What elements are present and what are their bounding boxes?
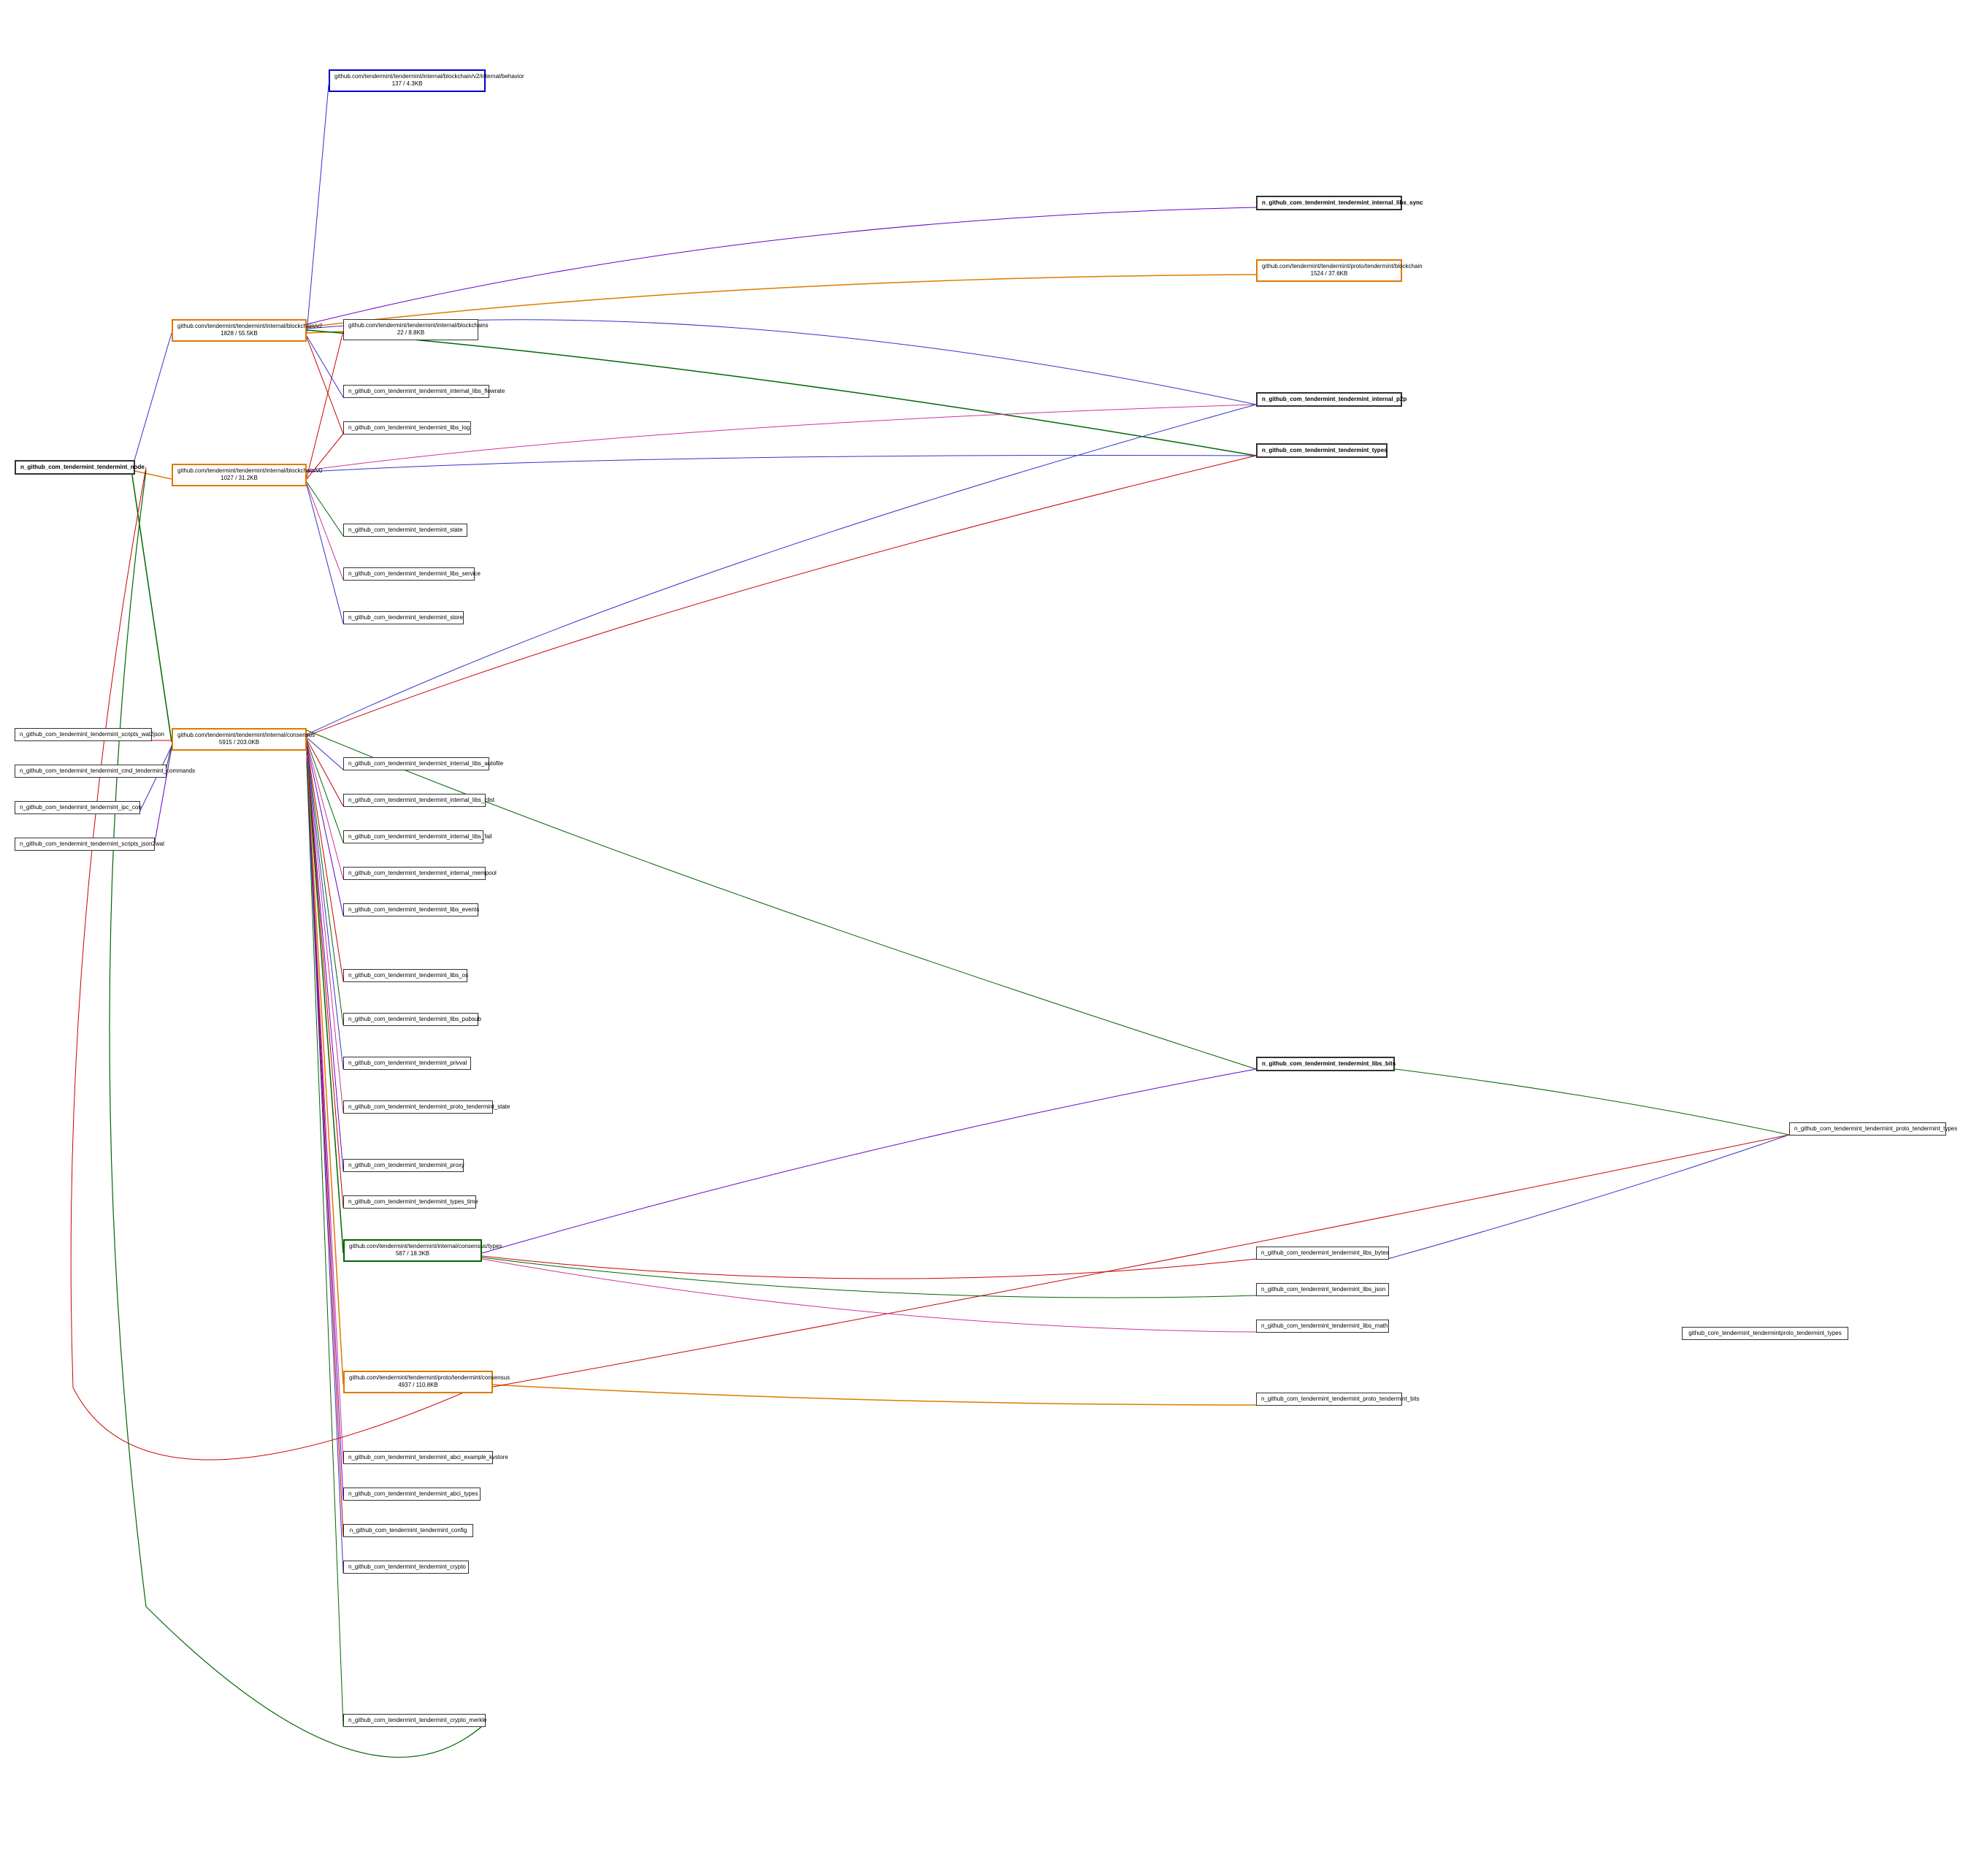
node-types-time[interactable]: n_github_com_tendermint_tendermint_types… xyxy=(343,1195,476,1209)
node-privval[interactable]: n_github_com_tendermint_tendermint_privv… xyxy=(343,1057,471,1070)
node-tendermint-libs-log[interactable]: n_github_com_tendermint_tendermint_libs_… xyxy=(343,421,471,434)
node-internal-libs-clist[interactable]: n_github_com_tendermint_tendermint_inter… xyxy=(343,794,486,807)
node-libs-math[interactable]: n_github_com_tendermint_tendermint_libs_… xyxy=(1256,1320,1389,1333)
node-proto-tendermint-types-label[interactable]: github_com_tendermint_tendermintprolo_te… xyxy=(1682,1327,1848,1340)
node-proto-consensus[interactable]: github.com/tendermint/tendermint/proto/t… xyxy=(343,1371,493,1393)
graph-container: n_github_com_tendermint_tendermint_node … xyxy=(0,0,1971,1876)
node-libs-json[interactable]: n_github_com_tendermint_tendermint_libs_… xyxy=(1256,1283,1389,1296)
node-scripts-wal2json[interactable]: n_github_com_tendermint_tendermint_scrip… xyxy=(15,728,152,741)
node-blockchain-v2-behavior[interactable]: github.com/tendermint/tendermint/interna… xyxy=(329,69,486,92)
node-types[interactable]: n_github_com_tendermint_tendermint_types xyxy=(1256,443,1388,458)
node-crypto[interactable]: n_github_com_tendermint_tendermint_crypt… xyxy=(343,1561,469,1574)
node-consensus-types[interactable]: github.com/tendermint/tendermint/interna… xyxy=(343,1239,482,1262)
node-config[interactable]: n_github_com_tendermint_tendermint_confi… xyxy=(343,1524,473,1537)
node-proto-tendermint-bits[interactable]: n_github_com_tendermint_tendermint_proto… xyxy=(1256,1393,1402,1406)
node-libs-bytes[interactable]: n_github_com_tendermint_tendermint_libs_… xyxy=(1256,1247,1389,1260)
node-internal-libs-flowrate[interactable]: n_github_com_tendermint_tendermint_inter… xyxy=(343,385,489,398)
node-libs-pubsub[interactable]: n_github_com_tendermint_tendermint_libs_… xyxy=(343,1013,478,1026)
edges-svg xyxy=(0,0,1971,1876)
node-consensus[interactable]: github.com/tendermint/tendermint/interna… xyxy=(172,728,307,751)
node-libs-os[interactable]: n_github_com_tendermint_tendermint_libs_… xyxy=(343,969,467,982)
node-internal-blockchains[interactable]: github.com/tendermint/tendermint/interna… xyxy=(343,319,478,340)
node-libs-events[interactable]: n_github_com_tendermint_tendermint_libs_… xyxy=(343,903,478,916)
node-store[interactable]: n_github_com_tendermint_tendermint_store xyxy=(343,611,464,624)
node-blockchain-v2[interactable]: github.com/tendermint/tendermint/interna… xyxy=(172,319,307,342)
node-internal-libs-fail[interactable]: n_github_com_tendermint_tendermint_inter… xyxy=(343,830,483,843)
node-ipc-con[interactable]: n_github_com_tendermint_tendermint_ipc_c… xyxy=(15,801,140,814)
node-internal-libs-sync[interactable]: n_github_com_tendermint_tendermint_inter… xyxy=(1256,196,1402,210)
node-libs-bits[interactable]: n_github_com_tendermint_tendermint_libs_… xyxy=(1256,1057,1395,1071)
node-blockchain-v0[interactable]: github.com/tendermint/tendermint/interna… xyxy=(172,464,307,486)
node-cmd-tendermint-commands[interactable]: n_github_com_tendermint_tendermint_cmd_t… xyxy=(15,765,167,778)
node-internal-p2p[interactable]: n_github_com_tendermint_tendermint_inter… xyxy=(1256,392,1402,407)
node-proto-tendermint-types-rhs[interactable]: n_github_com_tendermint_tendermint_proto… xyxy=(1789,1122,1946,1136)
node-libs-service[interactable]: n_github_com_tendermint_tendermint_libs_… xyxy=(343,567,475,581)
node-state[interactable]: n_github_com_tendermint_tendermint_state xyxy=(343,524,467,537)
node-proto-blockchain[interactable]: github.com/tendermint/tendermint/proto/t… xyxy=(1256,259,1402,282)
node-proto-tendermint-state[interactable]: n_github_com_tendermint_tendermint_proto… xyxy=(343,1100,493,1114)
node-crypto-merkle[interactable]: n_github_com_tendermint_tendermint_crypt… xyxy=(343,1714,486,1727)
node-root[interactable]: n_github_com_tendermint_tendermint_node xyxy=(15,460,135,475)
node-scripts-json2wal[interactable]: n_github_com_tendermint_tendermint_scrip… xyxy=(15,838,155,851)
node-abci-types[interactable]: n_github_com_tendermint_tendermint_abci_… xyxy=(343,1488,481,1501)
node-internal-libs-autofile[interactable]: n_github_com_tendermint_tendermint_inter… xyxy=(343,757,489,770)
node-abci-example-kvstore[interactable]: n_github_com_tendermint_tendermint_abci_… xyxy=(343,1451,493,1464)
node-proxy[interactable]: n_github_com_tendermint_tendermint_proxy xyxy=(343,1159,464,1172)
node-internal-mempool[interactable]: n_github_com_tendermint_tendermint_inter… xyxy=(343,867,486,880)
